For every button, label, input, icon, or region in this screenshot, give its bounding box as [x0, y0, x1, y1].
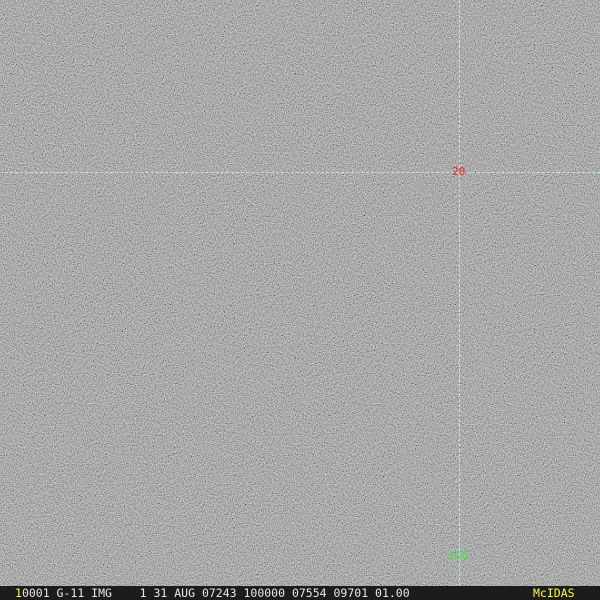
status-bar: 10001 G-11 IMG 1 31 AUG 07243 100000 075… [0, 586, 600, 600]
frame-number: 1 [15, 586, 22, 600]
longitude-grid-line [459, 0, 460, 586]
longitude-label: 115 [448, 549, 468, 562]
latitude-label: 20 [452, 165, 466, 178]
image-info: 0001 G-11 IMG 1 31 AUG 07243 100000 0755… [21, 586, 410, 600]
satellite-image [0, 0, 600, 586]
satellite-image-viewer: 20 115 10001 G-11 IMG 1 31 AUG 07243 100… [0, 0, 600, 600]
latitude-grid-line [0, 172, 600, 173]
mcidas-brand: McIDAS [533, 586, 575, 600]
